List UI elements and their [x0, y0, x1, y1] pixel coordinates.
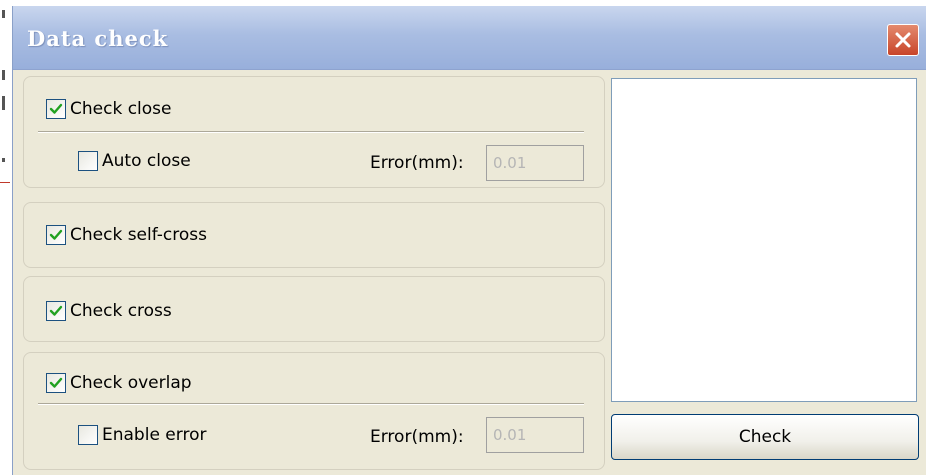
check-overlap-group: Check overlap Enable error Error(mm):: [23, 352, 605, 470]
checkbox-box[interactable]: [78, 425, 98, 445]
enable-error-label: Enable error: [102, 425, 207, 445]
close-error-input[interactable]: [486, 145, 584, 181]
background-mark: [2, 10, 5, 18]
check-overlap-label: Check overlap: [70, 373, 192, 393]
check-close-group: Check close Auto close Error(mm):: [23, 76, 605, 188]
error-mm-label: Error(mm):: [370, 427, 464, 447]
checkbox-box[interactable]: [46, 225, 66, 245]
checkbox-box[interactable]: [46, 373, 66, 393]
check-overlap-checkbox[interactable]: Check overlap: [46, 373, 192, 393]
background-app-edge: [0, 0, 12, 475]
check-button[interactable]: Check: [611, 414, 919, 460]
check-cross-checkbox[interactable]: Check cross: [46, 301, 172, 321]
check-cross-group: Check cross: [23, 276, 605, 342]
data-check-dialog: Data check Check close Auto close Error(…: [12, 6, 926, 475]
checkmark-icon: [49, 103, 63, 114]
check-close-checkbox[interactable]: Check close: [46, 99, 172, 119]
auto-close-checkbox[interactable]: Auto close: [78, 151, 191, 171]
auto-close-label: Auto close: [102, 151, 191, 171]
close-icon: [895, 32, 911, 48]
results-list[interactable]: [611, 78, 917, 402]
separator: [38, 131, 584, 133]
error-mm-label: Error(mm):: [370, 153, 464, 173]
enable-error-checkbox[interactable]: Enable error: [78, 425, 206, 445]
separator: [38, 403, 584, 405]
background-mark: [2, 96, 5, 110]
check-close-label: Check close: [70, 99, 172, 119]
overlap-error-input[interactable]: [486, 417, 584, 453]
title-bar[interactable]: Data check: [13, 6, 926, 70]
check-self-cross-checkbox[interactable]: Check self-cross: [46, 225, 207, 245]
checkmark-icon: [49, 377, 63, 388]
checkmark-icon: [49, 305, 63, 316]
check-self-cross-group: Check self-cross: [23, 202, 605, 268]
check-cross-label: Check cross: [70, 301, 172, 321]
checkbox-box[interactable]: [46, 99, 66, 119]
dialog-title: Data check: [27, 26, 169, 51]
background-mark: [2, 70, 5, 80]
checkmark-icon: [49, 229, 63, 240]
background-mark: [0, 182, 10, 183]
checkbox-box[interactable]: [78, 151, 98, 171]
check-self-cross-label: Check self-cross: [70, 225, 208, 245]
background-mark: [2, 158, 5, 162]
close-button[interactable]: [887, 24, 919, 56]
checkbox-box[interactable]: [46, 301, 66, 321]
